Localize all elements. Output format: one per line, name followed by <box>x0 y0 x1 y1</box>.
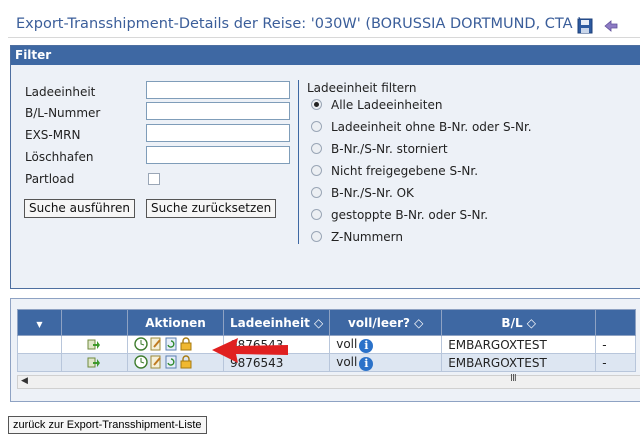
scroll-grip[interactable]: III <box>510 373 517 384</box>
back-icon[interactable] <box>603 18 619 34</box>
back-to-list-button[interactable]: zurück zur Export-Transshipment-Liste <box>8 416 207 434</box>
radio-label: B-Nr./S-Nr. storniert <box>331 142 448 156</box>
partload-checkbox[interactable] <box>148 173 160 185</box>
page-title: Export-Transshipment-Details der Reise: … <box>16 16 583 32</box>
partload-label: Partload <box>25 172 75 186</box>
column-menu-header[interactable]: ▼ <box>17 309 62 336</box>
voll-leer-value: voll <box>336 336 358 351</box>
bl-nummer-label: B/L-Nummer <box>25 106 101 120</box>
title-bar: Export-Transshipment-Details der Reise: … <box>8 6 640 38</box>
refresh-document-icon[interactable] <box>164 355 178 369</box>
results-grid: ▼ Aktionen Ladeeinheit ◇ voll/leer? ◇ B/… <box>10 298 640 402</box>
dropdown-arrow-icon: ▼ <box>36 319 43 329</box>
bl-cell: EMBARGOXTEST <box>441 335 597 354</box>
voll-leer-value: voll <box>336 354 358 369</box>
radio-gestoppt[interactable]: gestoppte B-Nr. oder S-Nr. <box>311 208 488 224</box>
last-cell: - <box>595 335 637 354</box>
results-table: ▼ Aktionen Ladeeinheit ◇ voll/leer? ◇ B/… <box>17 309 637 372</box>
last-cell: - <box>595 353 637 372</box>
voll-leer-column-header[interactable]: voll/leer? ◇ <box>329 309 443 336</box>
clock-icon[interactable] <box>134 355 148 369</box>
bl-column-header[interactable]: B/L ◇ <box>441 309 597 336</box>
radio-label: Z-Nummern <box>331 230 404 244</box>
radio-label: B-Nr./S-Nr. OK <box>331 186 414 200</box>
table-row[interactable]: 9876543 voll i EMBARGOXTEST - <box>17 353 637 372</box>
row-empty-cell <box>17 353 62 372</box>
horizontal-scrollbar[interactable]: ◀ III <box>17 373 640 389</box>
radio-label: Alle Ladeeinheiten <box>331 98 443 112</box>
lock-icon[interactable] <box>179 337 193 351</box>
export-arrow-icon[interactable] <box>87 355 101 369</box>
reset-button[interactable]: Suche zurücksetzen <box>146 199 277 218</box>
refresh-document-icon[interactable] <box>164 337 178 351</box>
radio-icon <box>311 209 322 220</box>
radio-z-nummern[interactable]: Z-Nummern <box>311 230 403 246</box>
radio-icon <box>311 143 322 154</box>
save-icon[interactable] <box>577 18 593 34</box>
radio-icon <box>311 121 322 132</box>
exs-mrn-input[interactable] <box>146 124 290 142</box>
table-row[interactable]: 9876543 voll i EMBARGOXTEST - <box>17 335 637 354</box>
bl-nummer-input[interactable] <box>146 102 290 120</box>
info-icon[interactable]: i <box>359 356 374 371</box>
radio-label: gestoppte B-Nr. oder S-Nr. <box>331 208 489 222</box>
annotation-arrow <box>212 338 288 363</box>
voll-leer-cell: voll i <box>329 353 443 372</box>
filter-divider <box>298 80 299 244</box>
export-arrow-icon[interactable] <box>87 337 101 351</box>
exs-mrn-label: EXS-MRN <box>25 128 81 142</box>
radio-selected-icon <box>311 99 322 110</box>
ladeeinheit-label: Ladeeinheit <box>25 85 96 99</box>
filter-panel: Filter Ladeeinheit B/L-Nummer EXS-MRN Lö… <box>10 45 640 289</box>
radio-nicht-freigegeben[interactable]: Nicht freigegebene S-Nr. <box>311 164 478 180</box>
clock-icon[interactable] <box>134 337 148 351</box>
edit-document-icon[interactable] <box>149 355 163 369</box>
radio-label: Nicht freigegebene S-Nr. <box>331 164 479 178</box>
lock-icon[interactable] <box>179 355 193 369</box>
radio-ok[interactable]: B-Nr./S-Nr. OK <box>311 186 414 202</box>
row-empty-cell <box>17 335 62 354</box>
aktionen-column-header: Aktionen <box>127 309 224 336</box>
row-export-cell <box>61 335 128 354</box>
radio-group-title: Ladeeinheit filtern <box>307 81 417 95</box>
row-export-cell <box>61 353 128 372</box>
edit-document-icon[interactable] <box>149 337 163 351</box>
filter-header: Filter <box>11 46 640 65</box>
extra-column-header <box>595 309 637 336</box>
ladeeinheit-input[interactable] <box>146 81 290 99</box>
select-column-header <box>61 309 128 336</box>
radio-icon <box>311 165 322 176</box>
ladeeinheit-column-header[interactable]: Ladeeinheit ◇ <box>222 309 331 336</box>
radio-icon <box>311 187 322 198</box>
bl-cell: EMBARGOXTEST <box>441 353 597 372</box>
radio-label: Ladeeinheit ohne B-Nr. oder S-Nr. <box>331 120 532 134</box>
voll-leer-cell: voll i <box>329 335 443 354</box>
radio-storniert[interactable]: B-Nr./S-Nr. storniert <box>311 142 448 158</box>
radio-alle-ladeeinheiten[interactable]: Alle Ladeeinheiten <box>311 98 442 114</box>
loeschhafen-label: Löschhafen <box>25 150 94 164</box>
radio-ohne-bnr[interactable]: Ladeeinheit ohne B-Nr. oder S-Nr. <box>311 120 532 136</box>
loeschhafen-input[interactable] <box>146 146 290 164</box>
radio-icon <box>311 231 322 242</box>
search-button[interactable]: Suche ausführen <box>24 199 135 218</box>
info-icon[interactable]: i <box>359 338 374 353</box>
scroll-left-arrow-icon[interactable]: ◀ <box>21 376 28 386</box>
